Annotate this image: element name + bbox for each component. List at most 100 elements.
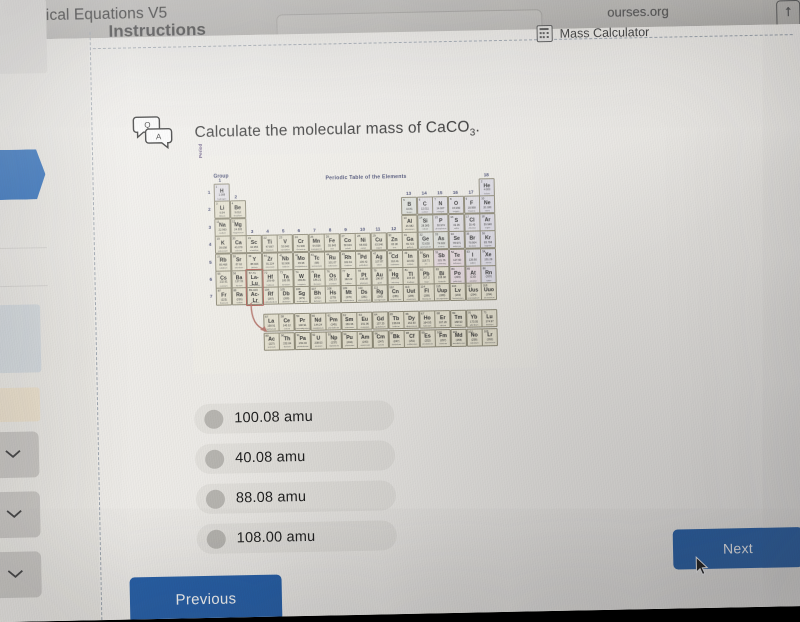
element-cell-C: 6 C 12.011 carbon (416, 196, 434, 216)
sidebar-item-block[interactable] (0, 304, 42, 374)
group-label-4: 4 (266, 228, 269, 234)
element-cell-Ne: 10 Ne 20.180 neon (479, 195, 496, 214)
atomic-weight: 30.974 (436, 224, 445, 228)
actinide-cell-Fm: 100 Fm (257) fermium (434, 328, 452, 347)
element-cell-Po: 84 Po (209) polonium (449, 265, 466, 285)
element-name: germanium (420, 246, 431, 249)
sidebar-item-active-lesson[interactable] (0, 149, 46, 200)
element-cell-I: 53 I 126.90 iodine (464, 248, 481, 267)
element-name: bromine (468, 245, 477, 248)
mass-calculator-button[interactable]: Mass Calculator (536, 23, 649, 43)
sidebar-thumb-block (0, 0, 48, 75)
atomic-weight: 78.971 (452, 241, 461, 245)
sidebar-accordion-3[interactable] (0, 551, 42, 599)
atomic-weight: 162.50 (407, 321, 416, 325)
element-cell-W: 74 W 183.84 tungsten (293, 268, 310, 288)
answer-option-d[interactable]: 108.00 amu (196, 520, 397, 555)
atomic-weight: 10.81 (406, 207, 413, 211)
periodic-table-period-axis-label: Period (197, 143, 204, 159)
element-cell-Uuo: 118 Uuo (294) ununoctium (480, 282, 498, 301)
sidebar-accordion-1[interactable] (0, 431, 40, 479)
element-cell-Au: 79 Au 196.97 gold (371, 267, 388, 286)
atomic-weight: 32.06 (453, 224, 460, 228)
element-cell-Fe: 26 Fe 55.845 iron (323, 233, 341, 252)
element-name: lawrencium (484, 342, 496, 345)
element-cell-As: 33 As 74.922 arsenic (433, 231, 450, 250)
element-name: boron (406, 211, 413, 214)
answer-option-b[interactable]: 40.08 amu (194, 440, 396, 475)
atomic-weight: 85.468 (219, 263, 228, 267)
atomic-weight: 190.23 (328, 278, 337, 282)
radio-button-icon[interactable] (205, 489, 226, 509)
element-cell-Fr: 87 Fr (223) francium (215, 287, 233, 307)
element-name: nobelium (470, 342, 479, 345)
atomic-weight: 157.25 (376, 322, 385, 326)
sidebar-accordion-2[interactable] (0, 491, 41, 539)
sidebar-item-block[interactable] (0, 387, 41, 423)
group-label-3: 3 (250, 229, 254, 235)
element-cell-Ir: 77 Ir 192.22 iridium (340, 267, 357, 287)
element-cell-Rh: 45 Rh 102.91 rhodium (339, 250, 357, 269)
atomic-weight: 121.76 (437, 259, 446, 263)
element-cell-Cn: 112 Cn (285) copernicium (387, 284, 404, 303)
next-button[interactable]: Next (672, 527, 800, 570)
element-cell-Sn: 50 Sn 118.71 tin (417, 248, 435, 268)
atomic-weight: (247) (393, 340, 400, 344)
atomic-weight: (257) (440, 339, 447, 343)
element-cell-Ni: 28 Ni 58.693 nickel (355, 232, 372, 252)
atomic-weight: (280) (376, 295, 383, 299)
element-name: berkelium (391, 344, 401, 347)
atomic-weight: 44.956 (250, 245, 259, 249)
atomic-weight: 26.982 (405, 224, 414, 229)
element-cell-He: 2 He 4.003 helium (478, 178, 496, 197)
answer-option-label: 40.08 amu (234, 448, 306, 467)
atomic-weight: (285) (392, 294, 399, 298)
group-label-7: 7 (313, 227, 316, 233)
radio-button-icon[interactable] (206, 529, 226, 549)
element-cell-Zn: 30 Zn 65.38 zinc (386, 232, 403, 251)
element-cell-Be: 4 Be 9.012 beryllium (229, 200, 246, 219)
actinide-cell-Am: 95 Am (243) americium (356, 330, 374, 349)
element-cell-Uus: 117 Uus (294) ununseptium (465, 282, 482, 302)
atomic-weight: 12.011 (421, 207, 429, 211)
lanthanide-cell-Lu: 71 Lu 174.97 lutetium (481, 309, 498, 328)
element-name: copper (375, 247, 383, 250)
element-name: mendelevium (452, 342, 466, 346)
element-cell-Rb: 37 Rb 85.468 rubidium (215, 253, 232, 272)
radio-button-icon[interactable] (204, 409, 224, 429)
element-name: ytterbium (469, 324, 479, 327)
period-label-7: 7 (209, 294, 213, 300)
atomic-weight: 58.693 (359, 243, 368, 247)
element-name: vanadium (280, 248, 290, 252)
lanthanide-cell-Tb: 65 Tb 158.93 terbium (387, 311, 405, 330)
element-cell-Ga: 31 Ga 69.723 gallium (401, 231, 419, 251)
answer-option-a[interactable]: 100.08 amu (194, 400, 395, 435)
element-name: fermium (439, 343, 448, 346)
answer-option-label: 88.08 amu (235, 488, 307, 507)
element-name: copernicium (389, 298, 402, 302)
element-name: terbium (392, 325, 400, 329)
radio-button-icon[interactable] (204, 449, 225, 469)
lanthanide-cell-Nd: 60 Nd 144.24 neodymium (309, 312, 327, 332)
atomic-weight: (259) (471, 338, 478, 342)
element-cell-Ds: 110 Ds (281) darmstadtium (356, 284, 373, 304)
element-cell-Co: 27 Co 58.933 cobalt (339, 233, 356, 252)
instructions-heading: Instructions (108, 19, 206, 41)
element-cell-Sc: 21 Sc 44.956 scandium (245, 234, 263, 254)
element-cell-Cs: 55 Cs 132.91 caesium (215, 270, 232, 289)
atomic-weight: 238.03 (314, 341, 323, 345)
group-label-10: 10 (359, 226, 366, 233)
actinide-cell-Bk: 97 Bk (247) berkelium (388, 329, 405, 348)
atomic-weight: 74.922 (437, 241, 446, 245)
element-name: lutetium (486, 324, 494, 327)
atomic-weight: 132.91 (219, 280, 228, 285)
atomic-weight: 195.08 (359, 278, 368, 282)
actinide-cell-Cf: 98 Cf (251) californium (403, 329, 421, 348)
element-name: beryllium (233, 215, 243, 218)
atomic-weight: 22.990 (218, 228, 227, 232)
atomic-weight: (244) (346, 341, 353, 345)
previous-button[interactable]: Previous (129, 574, 283, 622)
sidebar-divider (0, 285, 48, 288)
answer-option-c[interactable]: 88.08 amu (195, 480, 397, 515)
element-name: nitrogen (436, 211, 445, 214)
